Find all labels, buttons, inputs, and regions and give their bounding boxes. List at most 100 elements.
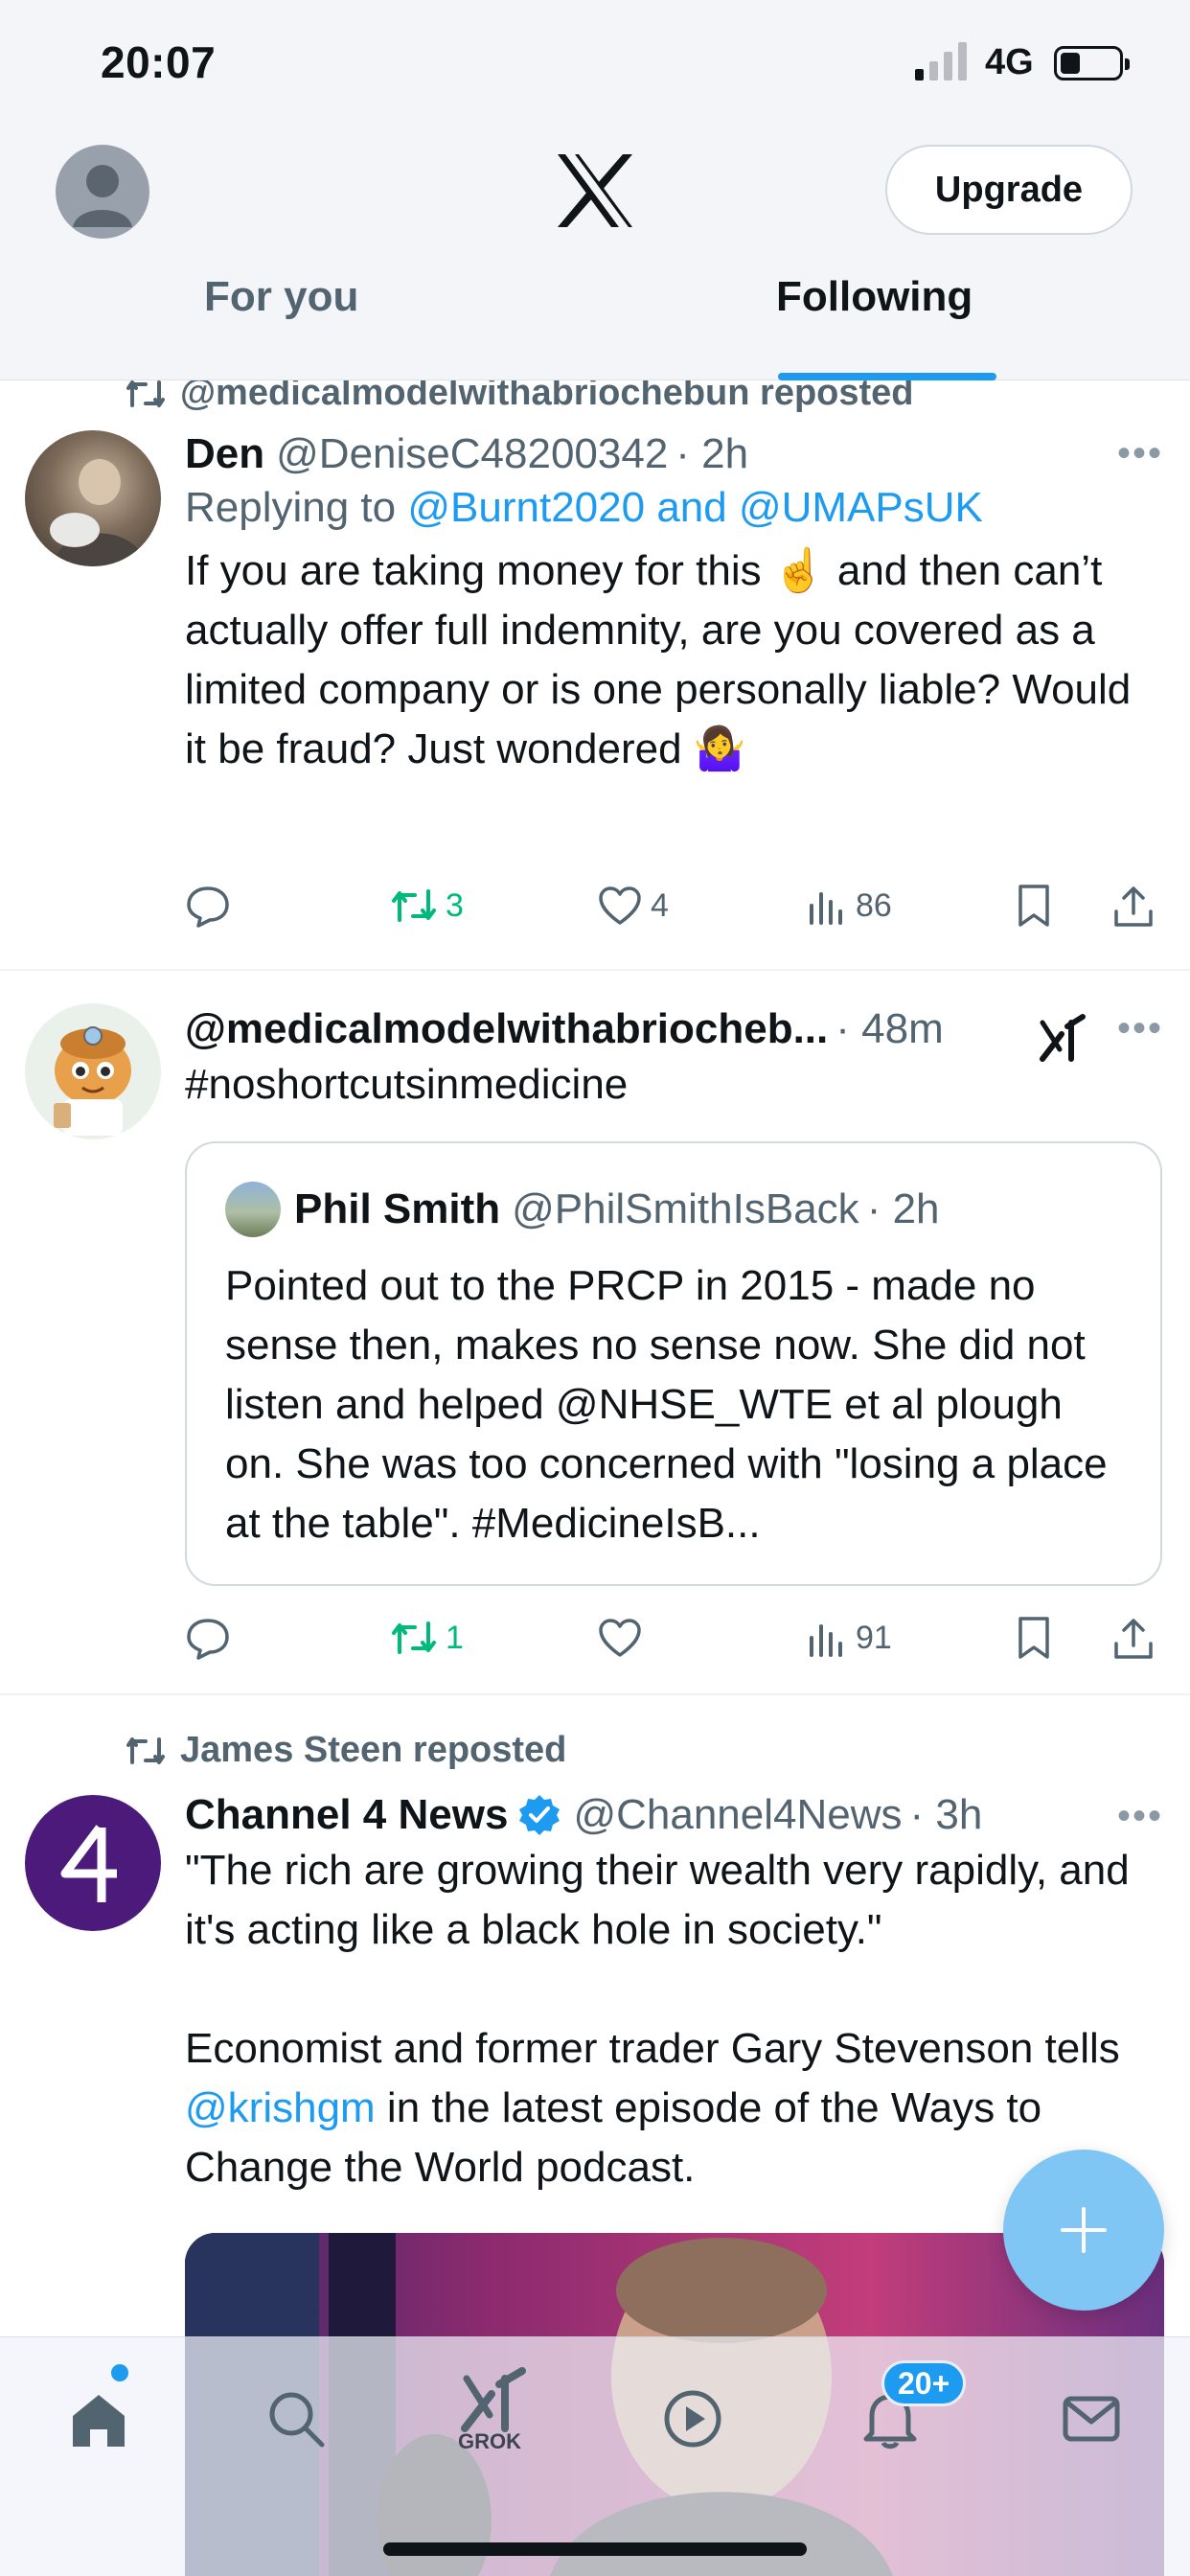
- post-text-part: Economist and former trader Gary Stevens…: [185, 2025, 1120, 2072]
- mail-icon: [1063, 2396, 1120, 2442]
- profile-avatar[interactable]: [56, 145, 149, 239]
- post-den[interactable]: @medicalmodelwithabriochebun reposted De…: [0, 380, 1190, 971]
- replying-prefix: Replying to: [185, 484, 397, 531]
- reply-icon: [187, 1619, 229, 1660]
- post-actions: 3 4 86: [185, 877, 1153, 934]
- plus-icon: [1061, 2207, 1107, 2253]
- repost-count: 3: [446, 886, 464, 924]
- author-handle[interactable]: @DeniseC48200342: [276, 430, 668, 478]
- post-text-quote: "The rich are growing their wealth very …: [185, 1847, 1130, 1953]
- views-count: 86: [856, 886, 892, 924]
- share-button[interactable]: [1112, 1615, 1155, 1661]
- repost-context-text: @medicalmodelwithabriochebun reposted: [180, 380, 914, 413]
- top-header: Upgrade For you Following: [0, 129, 1190, 380]
- views-icon: [810, 892, 842, 925]
- bookmark-icon: [1018, 1617, 1049, 1659]
- author-name[interactable]: Channel 4 News: [185, 1791, 508, 1839]
- network-type: 4G: [985, 42, 1034, 82]
- replying-to-users[interactable]: @Burnt2020 and @UMAPsUK: [407, 484, 983, 531]
- nav-video[interactable]: [650, 2376, 736, 2462]
- share-icon: [1114, 886, 1153, 927]
- nav-home[interactable]: [56, 2376, 142, 2462]
- repost-icon: [392, 889, 436, 922]
- share-icon: [1114, 1619, 1153, 1659]
- author-name[interactable]: Den: [185, 430, 264, 478]
- quote-time: · 2h: [866, 1185, 940, 1232]
- more-options-icon[interactable]: •••: [1117, 1007, 1163, 1050]
- repost-button[interactable]: 1: [390, 1618, 464, 1658]
- quote-author-handle: @PhilSmithIsBack: [512, 1185, 859, 1232]
- avatar[interactable]: [25, 1003, 161, 1139]
- author-name[interactable]: @medicalmodelwithabriocheb...: [185, 1005, 828, 1053]
- home-icon: [73, 2395, 125, 2447]
- repost-context: @medicalmodelwithabriochebun reposted: [125, 380, 914, 414]
- views-button[interactable]: 86: [806, 885, 892, 927]
- avatar[interactable]: [25, 430, 161, 566]
- status-bar: 20:07 4G: [0, 0, 1190, 129]
- home-notification-dot: [111, 2364, 128, 2381]
- reply-button[interactable]: [185, 883, 231, 929]
- verified-badge-icon: [519, 1795, 561, 1835]
- cartoon-doctor-avatar: [54, 1026, 131, 1136]
- signal-icon: [915, 42, 967, 80]
- repost-icon: [392, 1622, 436, 1654]
- repost-icon: [126, 380, 165, 407]
- quoted-post[interactable]: Phil Smith @PhilSmithIsBack · 2h Pointed…: [185, 1141, 1162, 1586]
- views-button[interactable]: 91: [806, 1617, 892, 1659]
- repost-context-text: James Steen reposted: [180, 1730, 567, 1770]
- grok-icon[interactable]: [1039, 1013, 1090, 1063]
- video-play-icon: [664, 2390, 721, 2448]
- post-time: · 3h: [909, 1791, 983, 1838]
- reply-icon: [187, 886, 229, 928]
- repost-button[interactable]: 3: [390, 886, 464, 926]
- search-icon: [269, 2392, 325, 2448]
- bookmark-button[interactable]: [1015, 1615, 1053, 1661]
- mention-link[interactable]: @krishgm: [185, 2084, 376, 2131]
- post-actions: 1 91: [185, 1609, 1153, 1667]
- channel4-logo-icon: [60, 1825, 117, 1902]
- nav-search[interactable]: [253, 2376, 339, 2462]
- x-logo-icon[interactable]: [554, 152, 636, 229]
- home-indicator: [383, 2542, 807, 2556]
- bottom-navigation: GROK 20+: [0, 2336, 1190, 2576]
- post-medicalmodel[interactable]: @medicalmodelwithabriocheb... · 48m #nos…: [0, 971, 1190, 1695]
- post-hashtag[interactable]: #noshortcutsinmedicine: [185, 1055, 1163, 1115]
- bookmark-icon: [1018, 885, 1049, 927]
- views-count: 91: [856, 1619, 892, 1656]
- replying-to: Replying to @Burnt2020 and @UMAPsUK: [185, 484, 1163, 532]
- like-count: 4: [651, 886, 669, 924]
- avatar[interactable]: [25, 1795, 161, 1931]
- repost-count: 1: [446, 1619, 464, 1656]
- post-text: If you are taking money for this ☝️ and …: [185, 547, 1132, 772]
- more-options-icon[interactable]: •••: [1117, 1795, 1163, 1838]
- avatar-photo: [50, 459, 146, 566]
- battery-icon: [1054, 46, 1130, 80]
- tab-following[interactable]: Following: [776, 273, 973, 321]
- like-button[interactable]: 4: [597, 885, 669, 927]
- upgrade-button[interactable]: Upgrade: [885, 145, 1133, 235]
- repost-context: James Steen reposted: [125, 1730, 566, 1771]
- quote-author-name: Phil Smith: [294, 1185, 501, 1232]
- nav-messages[interactable]: [1048, 2376, 1134, 2462]
- reply-button[interactable]: [185, 1615, 231, 1661]
- grok-label: GROK: [458, 2429, 521, 2453]
- compose-post-button[interactable]: [1003, 2150, 1164, 2311]
- share-button[interactable]: [1112, 883, 1155, 929]
- like-button[interactable]: [597, 1617, 643, 1659]
- active-tab-indicator: [778, 373, 996, 380]
- quote-text: Pointed out to the PRCP in 2015 - made n…: [225, 1262, 1108, 1547]
- status-time: 20:07: [101, 37, 217, 87]
- more-options-icon[interactable]: •••: [1117, 432, 1163, 475]
- heart-icon: [599, 1619, 641, 1657]
- tab-for-you[interactable]: For you: [204, 273, 358, 321]
- bookmark-button[interactable]: [1015, 883, 1053, 929]
- post-time: · 2h: [675, 430, 749, 477]
- repost-icon: [126, 1736, 165, 1764]
- quote-author-avatar: [225, 1182, 281, 1237]
- post-time: · 48m: [835, 1005, 944, 1052]
- heart-icon: [599, 886, 641, 925]
- views-icon: [810, 1624, 842, 1657]
- grok-icon: [461, 2367, 526, 2432]
- author-handle[interactable]: @Channel4News: [573, 1791, 902, 1839]
- default-avatar-icon: [73, 165, 132, 227]
